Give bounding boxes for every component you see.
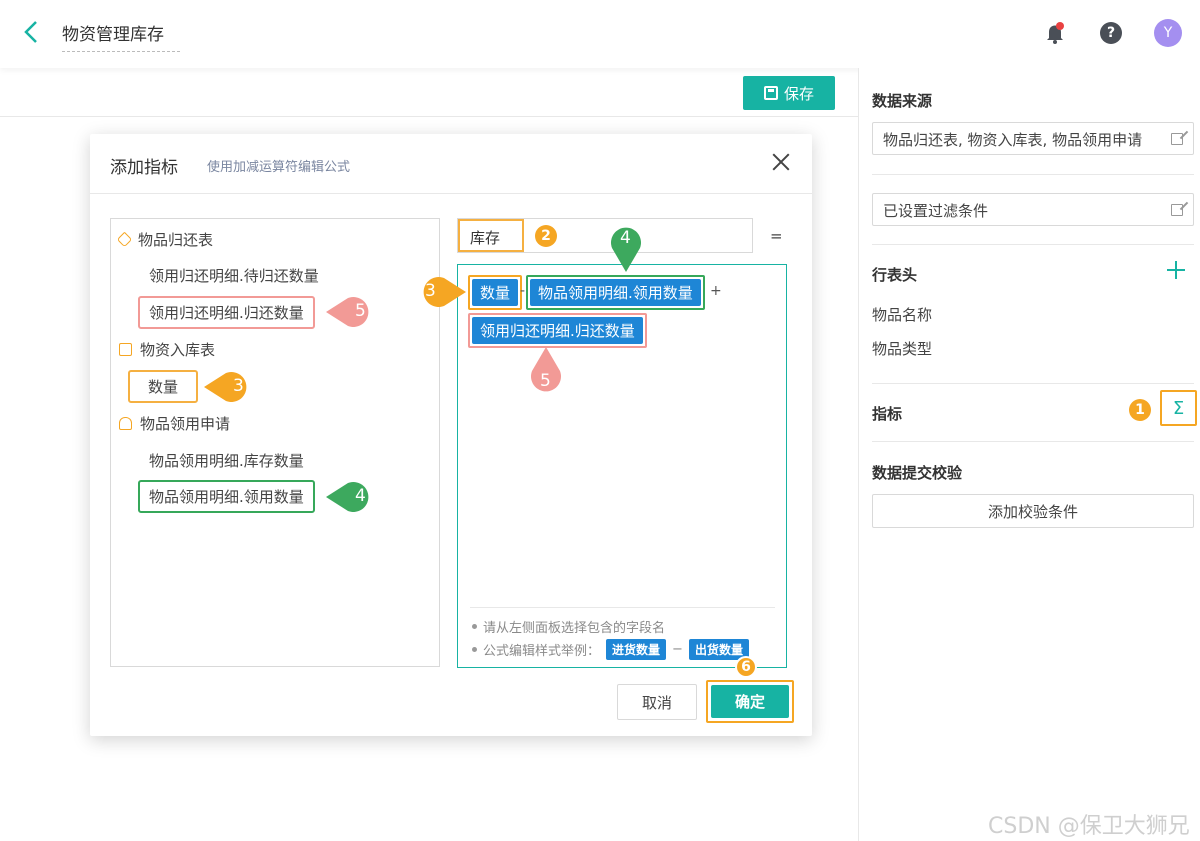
field-list-panel: 物品归还表 领用归还明细.待归还数量 领用归还明细.归还数量 物资入库表 数量 …	[110, 218, 440, 667]
group-label: 物品归还表	[138, 231, 214, 249]
data-source-title: 数据来源	[872, 92, 933, 110]
example-operator: −	[672, 642, 683, 657]
ok-highlight: 确定	[706, 680, 794, 723]
example-token: 进货数量	[606, 639, 667, 660]
group-label: 物品领用申请	[140, 415, 231, 433]
close-icon[interactable]	[770, 151, 792, 173]
divider	[872, 174, 1194, 175]
hint-row: 请从左侧面板选择包含的字段名	[472, 617, 665, 636]
add-indicator-dialog: 添加指标 使用加减运算符编辑公式 物品归还表 领用归还明细.待归还数量 领用归还…	[90, 134, 812, 736]
toolbar-divider	[0, 116, 858, 117]
notification-bell-icon[interactable]	[1042, 20, 1068, 46]
divider	[872, 244, 1194, 245]
filter-value: 已设置过滤条件	[883, 202, 989, 220]
token-wrapper: 数量	[468, 275, 523, 310]
field-item[interactable]: 物品领用明细.库存数量	[149, 450, 304, 471]
bullet	[472, 647, 477, 652]
edit-icon[interactable]	[1171, 133, 1183, 145]
callout-5-left: 5	[326, 296, 378, 328]
top-bar: 物资管理库存 ? Y	[0, 0, 1200, 68]
cancel-button[interactable]: 取消	[617, 684, 697, 720]
callout-number: 4	[620, 228, 631, 248]
group-returns: 物品归还表	[116, 229, 214, 250]
field-item[interactable]: 领用归还明细.待归还数量	[149, 265, 319, 286]
group-label: 物资入库表	[140, 341, 216, 359]
equals-sign: =	[770, 227, 783, 245]
formula-token[interactable]: 领用归还明细.归还数量	[472, 317, 643, 344]
formula-editor[interactable]: 数量 - 物品领用明细.领用数量 + 领用归还明细.归还数量 请从左侧面板选择包…	[457, 264, 787, 668]
group-stock-in: 物资入库表	[119, 339, 215, 360]
data-source-value: 物品归还表, 物资入库表, 物品领用申请	[883, 131, 1143, 149]
field-item-selected[interactable]: 物品领用明细.领用数量	[138, 480, 315, 513]
indicator-name-value: 库存	[458, 219, 524, 252]
row-header-item[interactable]: 物品名称	[872, 304, 932, 325]
filter-field[interactable]: 已设置过滤条件	[872, 193, 1194, 226]
hint-text: 公式编辑样式举例：	[483, 644, 601, 659]
hint-text: 请从左侧面板选择包含的字段名	[483, 621, 666, 636]
callout-3-formula: 3	[414, 276, 466, 308]
add-row-header-icon[interactable]	[1166, 260, 1186, 280]
formula-token[interactable]: 数量	[472, 279, 519, 306]
back-arrow-icon[interactable]	[18, 18, 46, 46]
callout-number: 5	[540, 371, 551, 391]
dialog-subtitle: 使用加减运算符编辑公式	[207, 160, 351, 175]
sigma-button[interactable]: Σ	[1160, 390, 1197, 426]
data-source-field[interactable]: 物品归还表, 物资入库表, 物品领用申请	[872, 122, 1194, 155]
token-wrapper: 物品领用明细.领用数量	[526, 275, 705, 310]
row-header-title: 行表头	[872, 266, 918, 284]
bullet	[472, 624, 477, 629]
hint-row: 公式编辑样式举例： 进货数量 − 出货数量	[472, 639, 749, 660]
right-settings-panel: 数据来源 物品归还表, 物资入库表, 物品领用申请 已设置过滤条件 行表头 物品…	[858, 68, 1200, 841]
save-button[interactable]: 保存	[743, 76, 835, 110]
callout-3-left: 3	[204, 371, 256, 403]
field-item-selected[interactable]: 数量	[128, 370, 199, 403]
callout-2: 2	[535, 225, 557, 247]
divider	[872, 383, 1194, 384]
formula-token[interactable]: 物品领用明细.领用数量	[530, 279, 701, 306]
callout-number: 5	[355, 301, 366, 321]
validation-title: 数据提交校验	[872, 464, 963, 482]
edit-icon[interactable]	[1171, 204, 1183, 216]
operator-minus: -	[520, 283, 526, 299]
add-validation-button[interactable]: 添加校验条件	[872, 494, 1194, 528]
callout-5-bottom: 5	[530, 347, 562, 397]
indicator-name-input[interactable]: 库存	[457, 218, 753, 253]
dialog-divider	[90, 193, 812, 194]
help-icon[interactable]: ?	[1098, 20, 1124, 46]
document-icon	[119, 343, 132, 356]
divider	[872, 441, 1194, 442]
ok-button[interactable]: 确定	[711, 685, 789, 718]
callout-4-top: 4	[610, 222, 642, 272]
callout-1: 1	[1129, 399, 1151, 421]
dialog-title: 添加指标	[110, 158, 178, 178]
indicator-title: 指标	[872, 405, 903, 423]
callout-6: 6	[735, 656, 757, 678]
save-icon	[763, 86, 778, 100]
save-label: 保存	[783, 84, 814, 103]
token-wrapper: 领用归还明细.归还数量	[468, 313, 647, 348]
tag-icon	[116, 231, 133, 248]
group-requisition: 物品领用申请	[119, 413, 230, 434]
callout-number: 3	[233, 376, 244, 396]
callout-4-left: 4	[326, 481, 378, 513]
help-glyph: ?	[1100, 22, 1122, 44]
watermark: CSDN @保卫大狮兄	[988, 814, 1190, 839]
avatar[interactable]: Y	[1154, 19, 1182, 47]
hint-divider	[470, 607, 775, 608]
row-header-item[interactable]: 物品类型	[872, 338, 932, 359]
operator-plus: +	[710, 283, 722, 299]
stamp-icon	[119, 417, 132, 430]
page-title: 物资管理库存	[62, 20, 180, 52]
field-item-selected[interactable]: 领用归还明细.归还数量	[138, 296, 315, 329]
callout-number: 3	[425, 281, 436, 301]
callout-number: 4	[355, 486, 366, 506]
